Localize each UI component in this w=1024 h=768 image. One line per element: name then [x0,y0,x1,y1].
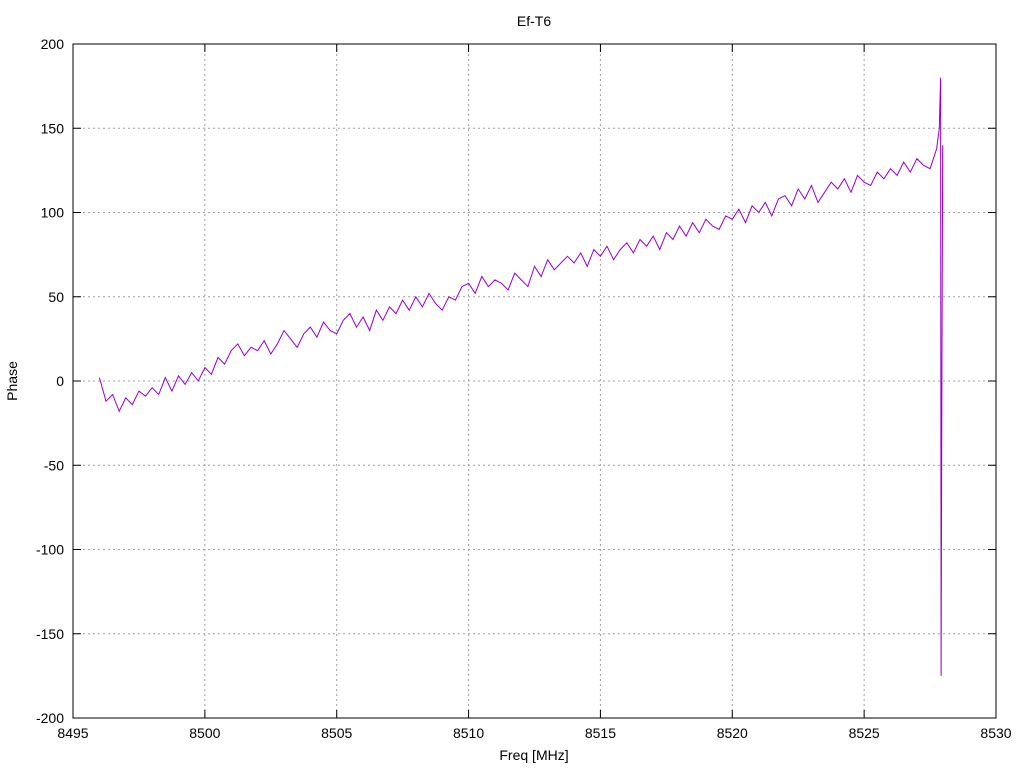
y-tick-label: 0 [56,373,64,389]
x-axis-label: Freq [MHz] [499,747,568,763]
y-tick-label: -100 [36,542,64,558]
x-tick-label: 8530 [980,725,1011,741]
x-tick-label: 8510 [453,725,484,741]
x-tick-label: 8515 [585,725,616,741]
chart: 8495 8500 8505 8510 8515 8520 8525 8530 -200 -150… [4,13,1012,763]
y-tick-label: 150 [41,120,65,136]
series-line [98,77,944,676]
y-tick-label: -200 [36,710,64,726]
y-tick-label: 100 [41,205,65,221]
grid [73,44,996,718]
x-tick-label: 8495 [57,725,88,741]
y-tick-label: -50 [44,457,64,473]
x-tick-label: 8500 [189,725,220,741]
y-tick-label: -150 [36,626,64,642]
x-tick-label: 8525 [849,725,880,741]
y-tick-label: 200 [41,36,65,52]
x-tick-label: 8505 [321,725,352,741]
y-tick-label: 50 [48,289,64,305]
chart-title: Ef-T6 [517,13,551,29]
y-axis-label: Phase [4,361,20,401]
axis-ticks: 8495 8500 8505 8510 8515 8520 8525 8530 -200 -150… [36,36,1012,741]
x-tick-label: 8520 [717,725,748,741]
series-ef-t6 [98,77,944,676]
